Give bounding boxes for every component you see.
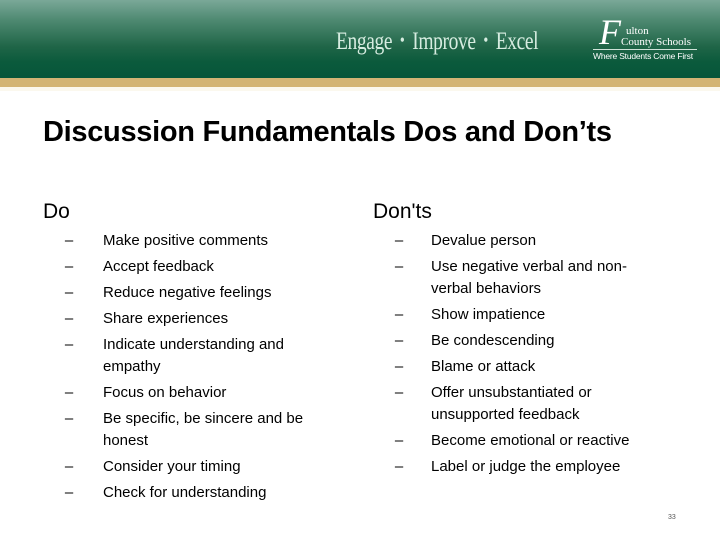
- list-item: – Share experiences: [62, 308, 327, 330]
- tagline: Engage • Improve • Excel: [336, 28, 539, 56]
- list-item-text: Devalue person: [431, 232, 537, 249]
- dash-bullet-icon: –: [394, 258, 404, 275]
- list-item: – Offer unsubstantiated or unsupported fe…: [392, 382, 667, 426]
- dash-bullet-icon: –: [64, 310, 74, 327]
- list-item-text: Share experiences: [103, 310, 229, 327]
- dash-bullet-icon: –: [394, 384, 404, 401]
- cream-stripe: [0, 87, 720, 91]
- list-item-text: Check for understanding: [103, 484, 267, 501]
- list-item-text: Make positive comments: [103, 232, 269, 249]
- slide-title: Discussion Fundamentals Dos and Don’ts: [43, 116, 612, 148]
- list-item: – Devalue person: [392, 230, 667, 252]
- list-item: – Focus on behavior: [62, 382, 327, 404]
- list-item-text: Blame or attack: [431, 358, 536, 375]
- list-item-text: Show impatience: [431, 306, 546, 323]
- dash-bullet-icon: –: [64, 410, 74, 427]
- dash-bullet-icon: –: [394, 332, 404, 349]
- logo-initial: F: [599, 12, 621, 52]
- list-item-text: Focus on behavior: [103, 384, 227, 401]
- list-item: – Check for understanding: [62, 482, 327, 504]
- do-heading: Do: [43, 200, 70, 223]
- list-item: – Make positive comments: [62, 230, 327, 252]
- dash-bullet-icon: –: [394, 306, 404, 323]
- dash-bullet-icon: –: [394, 432, 404, 449]
- list-item-text: Offer unsubstantiated or unsupported fee…: [431, 384, 592, 423]
- do-list: – Make positive comments – Accept feedback –…: [62, 230, 327, 508]
- dont-list: – Devalue person – Use negative verbal and …: [392, 230, 667, 482]
- list-item-text: Indicate understanding and empathy: [103, 336, 284, 375]
- list-item: – Consider your timing: [62, 456, 327, 478]
- list-item-text: Use negative verbal and non-verbal behav…: [431, 258, 627, 297]
- list-item: – Indicate understanding and empathy: [62, 334, 327, 378]
- fulton-county-schools-logo: F ulton County Schools Where Students Co…: [593, 12, 705, 66]
- dash-bullet-icon: –: [394, 232, 404, 249]
- tagline-word: Excel: [495, 28, 539, 55]
- logo-divider: [593, 49, 697, 50]
- header-banner: Engage • Improve • Excel F ulton County Scho…: [0, 0, 720, 78]
- dash-bullet-icon: –: [64, 232, 74, 249]
- list-item: – Show impatience: [392, 304, 667, 326]
- list-item: – Become emotional or reactive: [392, 430, 667, 452]
- list-item: – Reduce negative feelings: [62, 282, 327, 304]
- tagline-word: Improve: [412, 28, 476, 55]
- dash-bullet-icon: –: [64, 384, 74, 401]
- page-number: 33: [668, 514, 676, 521]
- list-item: – Use negative verbal and non-verbal beha…: [392, 256, 667, 300]
- list-item: – Blame or attack: [392, 356, 667, 378]
- list-item-text: Accept feedback: [103, 258, 214, 275]
- logo-motto: Where Students Come First: [593, 51, 693, 61]
- list-item-text: Label or judge the employee: [431, 458, 621, 475]
- dash-bullet-icon: –: [64, 258, 74, 275]
- list-item-text: Be specific, be sincere and be honest: [103, 410, 304, 449]
- dash-bullet-icon: –: [64, 284, 74, 301]
- dash-bullet-icon: –: [64, 336, 74, 353]
- tagline-separator: •: [483, 30, 488, 50]
- list-item: – Label or judge the employee: [392, 456, 667, 478]
- dont-heading: Don'ts: [373, 200, 432, 223]
- dash-bullet-icon: –: [394, 358, 404, 375]
- dash-bullet-icon: –: [64, 458, 74, 475]
- list-item-text: Reduce negative feelings: [103, 284, 272, 301]
- list-item: – Accept feedback: [62, 256, 327, 278]
- list-item-text: Become emotional or reactive: [431, 432, 630, 449]
- gold-stripe: [0, 78, 720, 87]
- list-item-text: Be condescending: [431, 332, 555, 349]
- list-item: – Be condescending: [392, 330, 667, 352]
- list-item: – Be specific, be sincere and be honest: [62, 408, 327, 452]
- tagline-separator: •: [399, 30, 405, 50]
- dash-bullet-icon: –: [64, 484, 74, 501]
- logo-line2: County Schools: [621, 36, 691, 48]
- dash-bullet-icon: –: [394, 458, 404, 475]
- tagline-word: Engage: [336, 28, 393, 55]
- list-item-text: Consider your timing: [103, 458, 241, 475]
